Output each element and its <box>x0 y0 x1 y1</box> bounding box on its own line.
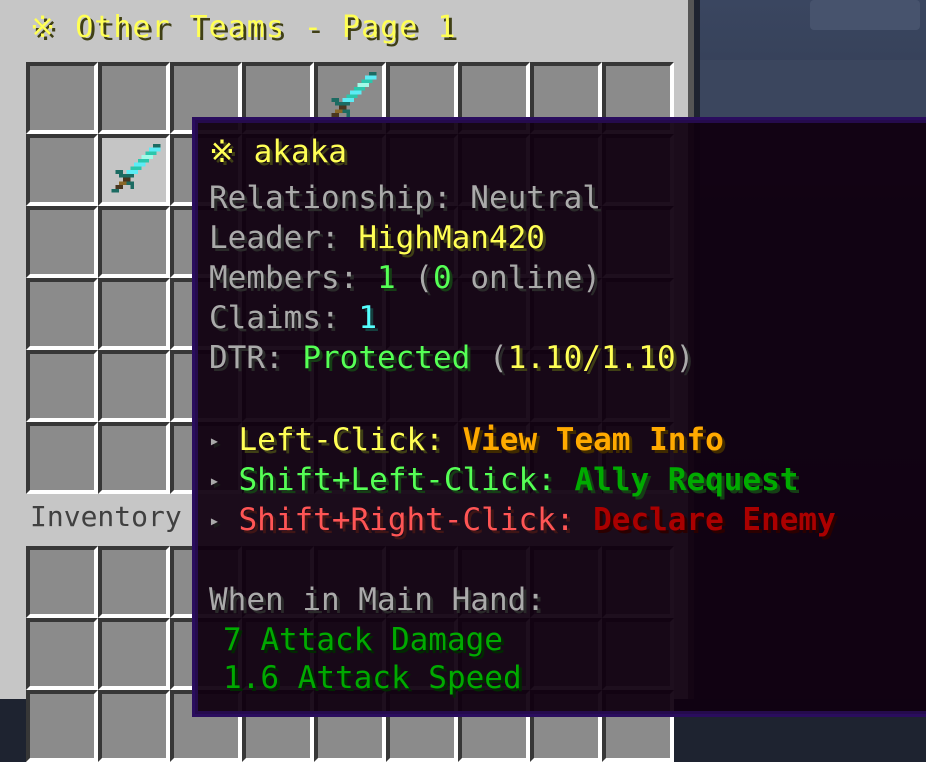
inventory-slot[interactable] <box>98 618 170 690</box>
members-count: 1 <box>376 260 396 296</box>
claims-label: Claims: <box>209 300 359 336</box>
inventory-slot[interactable] <box>98 134 170 206</box>
action-left-click[interactable]: ▸ Left-Click: View Team Info <box>209 422 724 460</box>
diamond-sword-icon <box>111 143 161 193</box>
inventory-slot[interactable] <box>98 278 170 350</box>
inventory-slot[interactable] <box>98 350 170 422</box>
inventory-slot[interactable] <box>98 690 170 762</box>
sky-band <box>700 60 926 120</box>
inventory-label: Inventory <box>30 500 182 533</box>
leader-name: HighMan420 <box>358 220 545 256</box>
dtr-label: DTR: <box>209 340 303 376</box>
action-label: View Team Info <box>462 422 724 458</box>
relationship-line: Relationship: Neutral <box>209 180 601 216</box>
inventory-slot[interactable] <box>26 422 98 494</box>
inventory-slot[interactable] <box>26 206 98 278</box>
claims-count: 1 <box>358 300 377 336</box>
action-key: Shift+Left-Click: <box>238 462 575 498</box>
inventory-slot[interactable] <box>26 62 98 134</box>
dtr-value: 1.10/1.10 <box>507 340 676 376</box>
leader-label: Leader: <box>209 220 359 256</box>
members-line: Members: 1 (0 online) <box>209 260 601 296</box>
members-online: 0 <box>432 260 452 296</box>
dtr-open: ( <box>470 340 508 376</box>
leader-line: Leader: HighMan420 <box>209 220 545 256</box>
attack-speed: 1.6 Attack Speed <box>223 660 522 696</box>
inventory-slot[interactable] <box>26 350 98 422</box>
claims-line: Claims: 1 <box>209 300 377 336</box>
gui-title: ※ Other Teams - Page 1 <box>30 10 457 45</box>
action-shift-left-click[interactable]: ▸ Shift+Left-Click: Ally Request <box>209 462 798 500</box>
attack-damage: 7 Attack Damage <box>223 622 503 658</box>
members-close: online) <box>451 260 601 296</box>
cloud <box>810 0 920 30</box>
dtr-close: ) <box>675 340 695 376</box>
action-shift-right-click[interactable]: ▸ Shift+Right-Click: Declare Enemy <box>209 502 836 540</box>
action-label: Ally Request <box>574 462 799 498</box>
inventory-slot[interactable] <box>26 278 98 350</box>
inventory-slot[interactable] <box>26 690 98 762</box>
item-tooltip: ※ akaka Relationship: Neutral Leader: Hi… <box>192 117 926 717</box>
action-key: Shift+Right-Click: <box>238 502 594 538</box>
members-open: ( <box>395 260 433 296</box>
action-label: Declare Enemy <box>593 502 836 538</box>
bullet-icon: ▸ <box>209 430 220 452</box>
tooltip-title: ※ akaka <box>209 134 347 170</box>
main-hand-label: When in Main Hand: <box>209 582 545 618</box>
inventory-slot[interactable] <box>98 422 170 494</box>
inventory-slot[interactable] <box>98 62 170 134</box>
dtr-line: DTR: Protected (1.10/1.10) <box>209 340 694 376</box>
action-key: Left-Click: <box>238 422 463 458</box>
members-label: Members: <box>209 260 377 296</box>
bullet-icon: ▸ <box>209 510 220 532</box>
bullet-icon: ▸ <box>209 470 220 492</box>
dtr-status: Protected <box>302 340 471 376</box>
inventory-slot[interactable] <box>26 134 98 206</box>
inventory-slot[interactable] <box>98 546 170 618</box>
inventory-slot[interactable] <box>26 546 98 618</box>
inventory-slot[interactable] <box>26 618 98 690</box>
inventory-slot[interactable] <box>98 206 170 278</box>
